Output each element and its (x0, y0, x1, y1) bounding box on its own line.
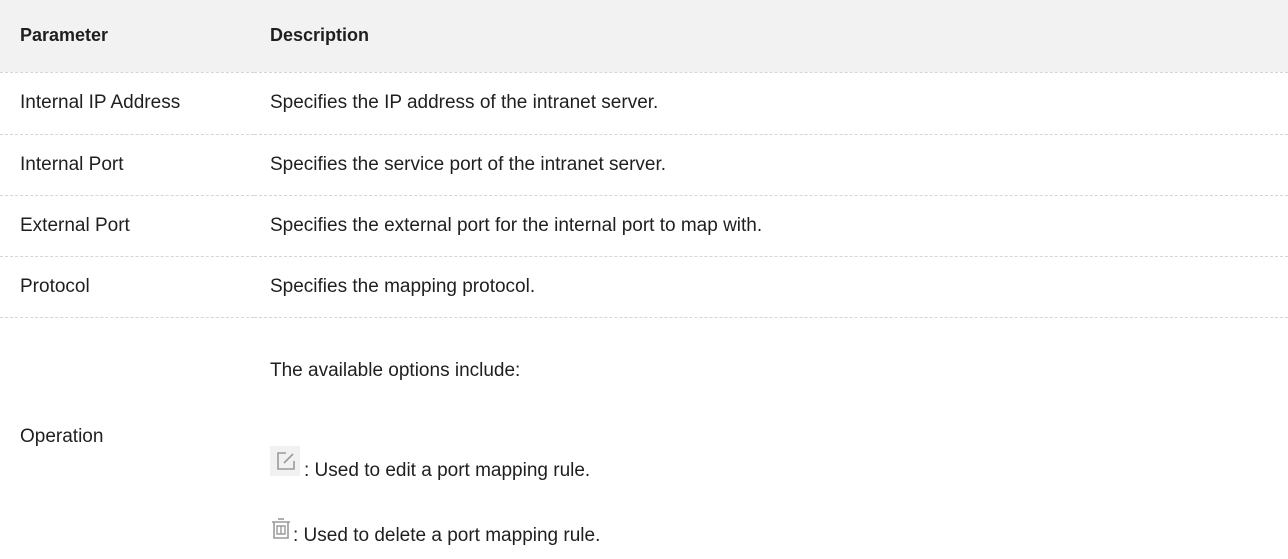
parameter-name: External Port (20, 214, 130, 236)
parameter-name: Internal Port (20, 153, 124, 175)
parameter-name: Internal IP Address (20, 92, 181, 113)
table-row: Internal IP Address Specifies the IP add… (0, 72, 1288, 134)
header-description: Description (270, 25, 370, 46)
header-parameter: Parameter (20, 25, 109, 46)
operation-edit-text: : Used to edit a port mapping rule. (304, 459, 591, 481)
parameter-description: Specifies the IP address of the intranet… (270, 92, 659, 113)
operation-delete-text: : Used to delete a port mapping rule. (293, 524, 601, 546)
parameter-name: Operation (20, 426, 104, 447)
operation-description: The available options include: : Used to… (254, 318, 1288, 557)
table-row-operation: Operation The available options include:… (0, 317, 1288, 557)
parameter-table: Parameter Description Internal IP Addres… (0, 0, 1288, 557)
table-row: External Port Specifies the external por… (0, 195, 1288, 256)
parameter-name: Protocol (20, 275, 90, 297)
table-row: Internal Port Specifies the service port… (0, 134, 1288, 195)
parameter-description: Specifies the service port of the intran… (270, 153, 667, 175)
table-row: Protocol Specifies the mapping protocol. (0, 256, 1288, 317)
header-row: Parameter Description (0, 0, 1288, 72)
parameter-description: Specifies the mapping protocol. (270, 275, 536, 297)
operation-delete-line: : Used to delete a port mapping rule. (270, 517, 600, 547)
parameter-description: Specifies the external port for the inte… (270, 214, 763, 236)
trash-icon (270, 517, 292, 541)
table-header: Parameter Description (0, 0, 1288, 72)
operation-intro: The available options include: (270, 359, 521, 381)
table-body: Internal IP Address Specifies the IP add… (0, 72, 1288, 557)
operation-description-cell: The available options include: : Used to… (254, 317, 1288, 557)
edit-icon (270, 445, 300, 476)
operation-edit-line: : Used to edit a port mapping rule. (270, 445, 591, 482)
